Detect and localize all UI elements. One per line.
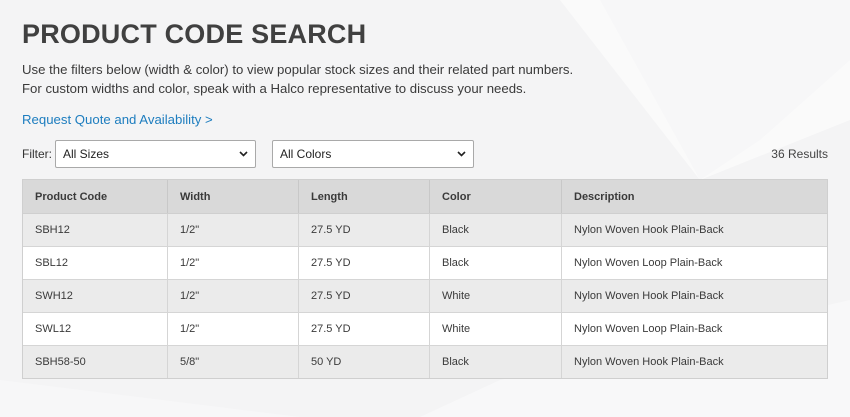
cell-width: 1/2"	[168, 247, 299, 279]
cell-length: 27.5 YD	[299, 313, 430, 345]
request-quote-link[interactable]: Request Quote and Availability >	[22, 112, 213, 127]
cell-product-code: SBH58-50	[23, 346, 168, 378]
chevron-down-icon	[457, 151, 466, 157]
intro-line: For custom widths and color, speak with …	[22, 81, 527, 96]
cell-length: 27.5 YD	[299, 214, 430, 246]
intro-text: Use the filters below (width & color) to…	[22, 60, 828, 98]
cell-description: Nylon Woven Hook Plain-Back	[574, 290, 724, 302]
column-header-color[interactable]: Color	[430, 180, 562, 213]
column-header-product-code[interactable]: Product Code	[23, 180, 168, 213]
main-content: PRODUCT CODE SEARCH Use the filters belo…	[0, 0, 850, 379]
column-header-width[interactable]: Width	[168, 180, 299, 213]
color-filter-value: All Colors	[280, 147, 332, 161]
size-filter-value: All Sizes	[63, 147, 110, 161]
cell-color: White	[430, 280, 562, 312]
color-filter-select[interactable]: All Colors	[272, 140, 474, 168]
cell-length: 27.5 YD	[299, 247, 430, 279]
column-header-length[interactable]: Length	[299, 180, 430, 213]
filter-bar: Filter: All Sizes All Colors 36 Results	[22, 139, 828, 169]
cell-length: 50 YD	[299, 346, 430, 378]
cell-width: 1/2"	[168, 214, 299, 246]
table-row[interactable]: SBH58-50 5/8" 50 YD Black Nylon Woven Ho…	[23, 346, 827, 378]
cell-description: Nylon Woven Hook Plain-Back	[574, 224, 724, 236]
table-row[interactable]: SWH12 1/2" 27.5 YD White Nylon Woven Hoo…	[23, 280, 827, 313]
chevron-down-icon	[239, 151, 248, 157]
cell-description: Nylon Woven Loop Plain-Back	[574, 257, 723, 269]
product-table: Product Code Width Length Color Descript…	[22, 179, 828, 379]
size-filter-select[interactable]: All Sizes	[55, 140, 256, 168]
table-row[interactable]: SWL12 1/2" 27.5 YD White Nylon Woven Loo…	[23, 313, 827, 346]
cell-width: 1/2"	[168, 313, 299, 345]
cell-product-code: SBH12	[23, 214, 168, 246]
cell-description: Nylon Woven Loop Plain-Back	[574, 323, 723, 335]
cell-length: 27.5 YD	[299, 280, 430, 312]
cell-color: Black	[430, 214, 562, 246]
cell-product-code: SWH12	[23, 280, 168, 312]
cell-width: 5/8"	[168, 346, 299, 378]
table-row[interactable]: SBH12 1/2" 27.5 YD Black Nylon Woven Hoo…	[23, 214, 827, 247]
cell-width: 1/2"	[168, 280, 299, 312]
cell-color: White	[430, 313, 562, 345]
table-row[interactable]: SBL12 1/2" 27.5 YD Black Nylon Woven Loo…	[23, 247, 827, 280]
column-header-description[interactable]: Description	[562, 180, 827, 213]
intro-line: Use the filters below (width & color) to…	[22, 62, 574, 77]
page-title: PRODUCT CODE SEARCH	[22, 19, 367, 49]
cell-product-code: SWL12	[23, 313, 168, 345]
results-count: 36 Results	[771, 147, 828, 161]
cell-color: Black	[430, 346, 562, 378]
table-header-row: Product Code Width Length Color Descript…	[23, 180, 827, 214]
cell-description: Nylon Woven Hook Plain-Back	[574, 356, 724, 368]
filter-label: Filter:	[22, 147, 52, 161]
cell-color: Black	[430, 247, 562, 279]
cell-product-code: SBL12	[23, 247, 168, 279]
